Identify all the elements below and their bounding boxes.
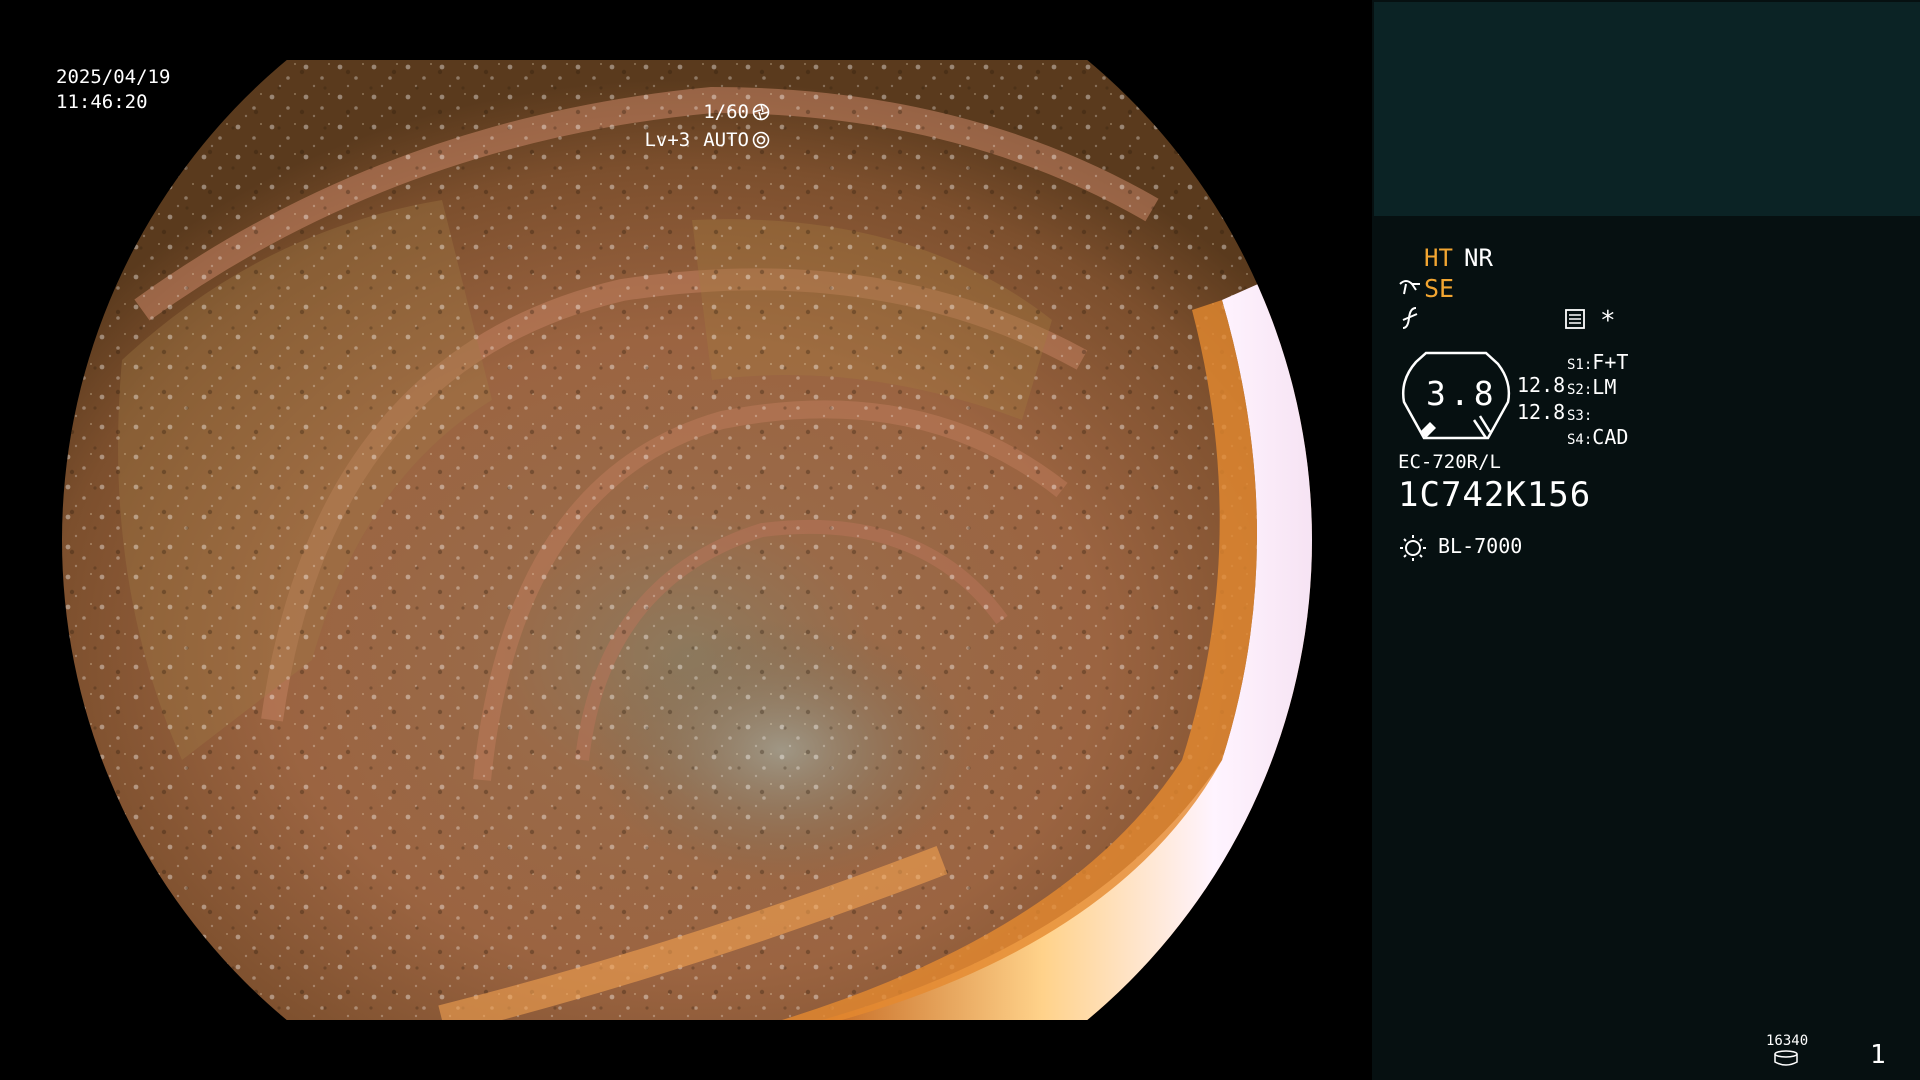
mode-se: SE — [1424, 274, 1455, 303]
switch-s2-key: S2: — [1567, 382, 1593, 398]
switch-s3: S3: — [1567, 401, 1592, 425]
switch-s4-key: S4: — [1567, 432, 1593, 448]
patient-info-area — [1374, 2, 1920, 216]
switch-s2: S2:LM — [1567, 375, 1616, 399]
mode-ht: HT — [1424, 244, 1453, 272]
star-marker: * — [1600, 306, 1616, 336]
gauge-value-upper: 12.8 — [1517, 373, 1566, 397]
iris-mode: AUTO — [703, 129, 749, 151]
scope-serial: 1C742K156 — [1398, 475, 1592, 515]
info-panel: HT NR SE * 3.8 12.8 12.8 S1:F+T S2:LM S3… — [1372, 0, 1920, 1080]
curve-mode-icon — [1402, 307, 1418, 329]
brightness-level: Lv+3 AUTO — [644, 127, 770, 153]
switch-s1-value: F+T — [1592, 350, 1629, 374]
switch-s2-value: LM — [1592, 375, 1617, 399]
disk-count: 16340 — [1766, 1033, 1809, 1049]
page-number: 1 — [1870, 1040, 1886, 1070]
memo-icon — [1565, 309, 1585, 329]
exam-time: 11:46:20 — [56, 91, 148, 113]
switch-s1: S1:F+T — [1567, 350, 1628, 374]
switch-s4-value: CAD — [1592, 425, 1629, 449]
exam-date: 2025/04/19 — [56, 66, 171, 88]
switch-s3-key: S3: — [1567, 408, 1593, 424]
brightness-level-value: Lv+3 — [644, 129, 691, 151]
light-source-model: BL-7000 — [1438, 534, 1523, 558]
mode-nr: NR — [1464, 244, 1493, 272]
aperture-icon — [752, 103, 770, 121]
endoscope-viewport: 2025/04/19 11:46:20 1/60 Lv+3 AUTO — [0, 0, 1372, 1080]
structure-enhance-icon — [1399, 280, 1420, 295]
switch-s1-key: S1: — [1567, 357, 1593, 373]
iris-auto-icon — [752, 131, 770, 149]
endoscopic-image — [62, 60, 1312, 1020]
gauge-value-lower: 12.8 — [1517, 400, 1566, 424]
endoscopy-monitor-screen: 2025/04/19 11:46:20 1/60 Lv+3 AUTO HT NR — [0, 0, 1920, 1080]
switch-s4: S4:CAD — [1567, 425, 1628, 449]
scope-model: EC-720R/L — [1398, 451, 1501, 473]
gauge-value: 3.8 — [1426, 374, 1498, 413]
shutter-speed-value: 1/60 — [703, 101, 749, 123]
shutter-speed: 1/60 — [703, 99, 770, 125]
light-source-icon — [1400, 535, 1426, 561]
disk-icon — [1774, 1050, 1798, 1066]
